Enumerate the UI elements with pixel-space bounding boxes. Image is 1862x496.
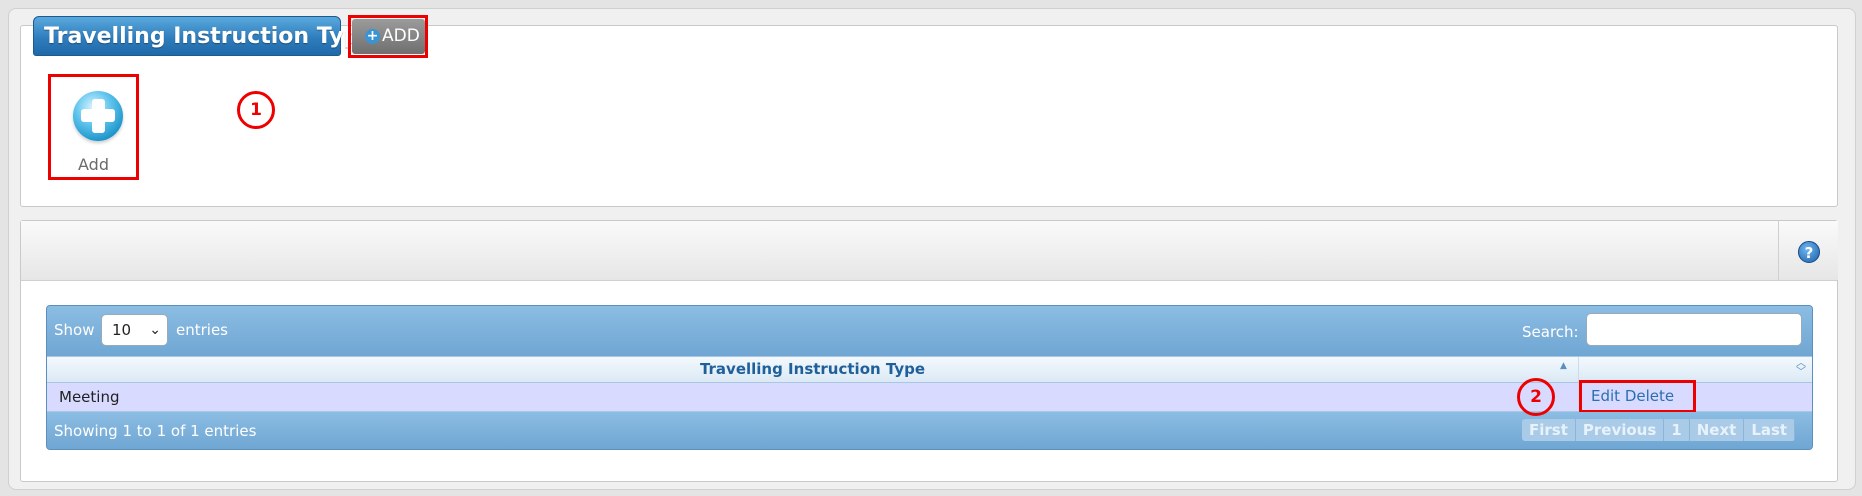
list-toolbar: [21, 221, 1837, 281]
help-icon[interactable]: ?: [1798, 241, 1820, 263]
pagination: First Previous 1 Next Last: [1522, 419, 1796, 441]
pager-first[interactable]: First: [1522, 419, 1576, 441]
highlight-box-add-tab: [348, 15, 428, 58]
search-label: Search:: [1522, 323, 1579, 341]
page-size-select[interactable]: 10 ⌄: [101, 314, 168, 346]
pager-last[interactable]: Last: [1744, 419, 1796, 441]
edit-link[interactable]: Edit: [1591, 387, 1620, 405]
add-tile-label: Add: [78, 155, 109, 174]
table-controls: Show 10 ⌄ entries Search:: [47, 306, 1812, 356]
annotation-badge-2: 2: [1517, 378, 1555, 416]
row-actions: Edit Delete: [1579, 380, 1696, 413]
cell-type: Meeting: [59, 388, 120, 406]
sort-icon[interactable]: ︿ ﹀: [1796, 359, 1806, 378]
column-header-type[interactable]: Travelling Instruction Type: [47, 357, 1579, 382]
help-cell: ?: [1778, 221, 1838, 280]
search-input[interactable]: [1586, 313, 1802, 346]
show-label: Show: [54, 321, 95, 339]
page-title: Travelling Instruction Types: [33, 16, 387, 56]
entries-label: entries: [176, 321, 228, 339]
sort-asc-icon: ▲: [1560, 361, 1567, 371]
table-info: Showing 1 to 1 of 1 entries: [54, 422, 257, 440]
delete-link[interactable]: Delete: [1625, 387, 1674, 405]
pager-next[interactable]: Next: [1689, 419, 1745, 441]
data-table: Show 10 ⌄ entries Search: Travelling Ins…: [46, 305, 1813, 450]
chevron-down-icon: ⌄: [149, 322, 161, 338]
add-tile-button[interactable]: Add: [48, 74, 139, 180]
page-size-value: 10: [112, 321, 132, 339]
table-header-row: Travelling Instruction Type ▲ ︿ ﹀: [47, 356, 1812, 383]
annotation-badge-1: 1: [237, 91, 275, 129]
add-icon: [73, 91, 123, 141]
table-footer: Showing 1 to 1 of 1 entries First Previo…: [47, 412, 1812, 449]
pager-page-1[interactable]: 1: [1664, 419, 1690, 441]
pager-previous[interactable]: Previous: [1575, 419, 1665, 441]
